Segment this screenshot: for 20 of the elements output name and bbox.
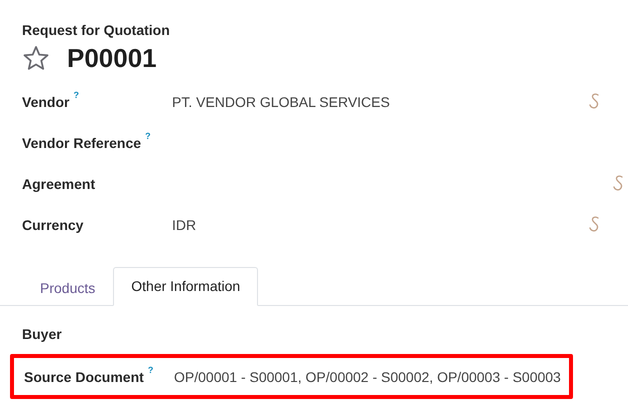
field-value: OP/00001 - S00001, OP/00002 - S00002, OP/00003 - S00003 <box>174 368 561 384</box>
field-value: PT. VENDOR GLOBAL SERVICES <box>172 94 390 110</box>
field-label: Vendor Reference <box>22 134 142 150</box>
field-value: IDR <box>172 216 196 232</box>
s-shape-icon[interactable] <box>588 215 601 233</box>
s-shape-icon[interactable] <box>612 174 625 192</box>
help-tooltip[interactable]: ? <box>73 90 79 100</box>
tab[interactable]: Other Information <box>113 267 258 306</box>
field-label: Currency <box>22 216 84 232</box>
record-type-label: Request for Quotation <box>22 21 170 39</box>
s-shape-icon[interactable] <box>588 92 601 110</box>
field-label: Vendor <box>22 94 70 110</box>
help-tooltip[interactable]: ? <box>145 130 151 140</box>
star-icon[interactable] <box>22 45 50 71</box>
field-label: Buyer <box>22 326 62 342</box>
tab[interactable]: Products <box>0 269 114 306</box>
record-title: P00001 <box>67 42 157 74</box>
field-label: Agreement <box>22 176 96 192</box>
help-tooltip[interactable]: ? <box>148 364 154 374</box>
field-label: Source Document <box>24 368 144 384</box>
